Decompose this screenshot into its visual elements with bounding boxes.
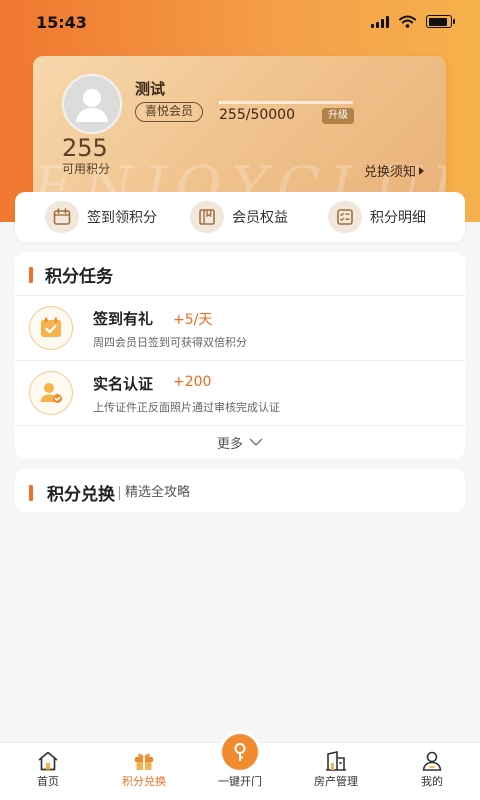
home-icon: [38, 751, 58, 771]
task-row-verification[interactable]: 实名认证 +200 上传证件正反面照片通过审核完成认证: [15, 361, 465, 425]
building-icon: [326, 751, 346, 771]
gift-icon: [135, 753, 153, 770]
member-card: ENJOYCLUB 测试 喜悦会员 255/50000 升级 255 可用积分 …: [33, 56, 446, 206]
key-icon: [222, 734, 258, 770]
section-title: 积分兑换 精选全攻略: [29, 480, 190, 505]
exchange-notice-link[interactable]: 兑换须知: [364, 161, 424, 180]
tab-label: 我的: [421, 775, 443, 788]
avatar[interactable]: [62, 74, 122, 134]
task-name: 签到有礼: [93, 310, 154, 328]
quick-action-points-detail[interactable]: 积分明细: [328, 201, 426, 233]
wifi-icon: [399, 15, 416, 28]
section-subtitle: 精选全攻略: [119, 485, 190, 500]
points-exchange-panel: 积分兑换 精选全攻略: [15, 469, 465, 512]
points-tasks-panel: 积分任务 签到有礼 +5/天 周四会员日签到可获得双倍积分 实名认证 +200: [15, 252, 465, 458]
task-reward: +200: [173, 374, 212, 390]
status-bar: 15:43: [0, 0, 480, 44]
quick-actions-bar: 签到领积分 会员权益 积分明细: [15, 192, 465, 242]
task-description: 上传证件正反面照片通过审核完成认证: [93, 401, 280, 414]
title-accent-bar: [29, 266, 33, 283]
points-label: 可用积分: [62, 162, 111, 176]
quick-action-signin[interactable]: 签到领积分: [45, 201, 157, 233]
level-progress-bar: [219, 101, 353, 104]
tab-label: 积分兑换: [122, 775, 166, 788]
upgrade-button[interactable]: 升级: [322, 108, 354, 124]
more-label: 更多: [216, 436, 243, 452]
task-description: 周四会员日签到可获得双倍积分: [93, 336, 247, 349]
default-avatar-icon: [76, 89, 108, 122]
section-title-text: 积分兑换: [47, 485, 115, 505]
chevron-down-icon: [249, 438, 263, 446]
task-reward: +5/天: [173, 312, 213, 328]
calendar-icon: [45, 201, 79, 233]
user-verified-icon: [29, 371, 73, 415]
level-progress-text: 255/50000: [219, 107, 295, 123]
profile-icon: [422, 751, 442, 771]
book-icon: [190, 201, 224, 233]
task-name: 实名认证: [93, 375, 154, 393]
quick-action-label: 会员权益: [232, 210, 288, 226]
section-title: 积分任务: [29, 262, 113, 287]
status-icons: [371, 15, 455, 28]
quick-action-label: 积分明细: [370, 210, 426, 226]
user-name: 测试: [135, 80, 166, 98]
section-title-text: 积分任务: [45, 267, 113, 287]
calendar-check-icon: [29, 306, 73, 350]
tab-label: 一键开门: [218, 775, 262, 788]
battery-icon: [426, 15, 455, 28]
tab-points-exchange[interactable]: 积分兑换: [96, 743, 192, 800]
status-time: 15:43: [36, 13, 87, 32]
caret-right-icon: [419, 166, 424, 175]
points-value: 255: [62, 134, 108, 162]
tab-label: 首页: [37, 775, 59, 788]
level-progress-fill: [219, 101, 221, 104]
tab-label: 房产管理: [314, 775, 358, 788]
quick-action-label: 签到领积分: [87, 210, 157, 226]
signal-icon: [371, 15, 389, 28]
tab-home[interactable]: 首页: [0, 743, 96, 800]
title-accent-bar: [29, 484, 33, 501]
quick-action-benefits[interactable]: 会员权益: [190, 201, 288, 233]
tab-property[interactable]: 房产管理: [288, 743, 384, 800]
task-row-signin[interactable]: 签到有礼 +5/天 周四会员日签到可获得双倍积分: [15, 296, 465, 360]
one-key-unlock-button[interactable]: [219, 731, 261, 773]
tab-profile[interactable]: 我的: [384, 743, 480, 800]
more-tasks-button[interactable]: 更多: [15, 426, 465, 458]
member-level-badge: 喜悦会员: [135, 102, 204, 122]
checklist-icon: [328, 201, 362, 233]
exchange-notice-label: 兑换须知: [363, 165, 416, 180]
